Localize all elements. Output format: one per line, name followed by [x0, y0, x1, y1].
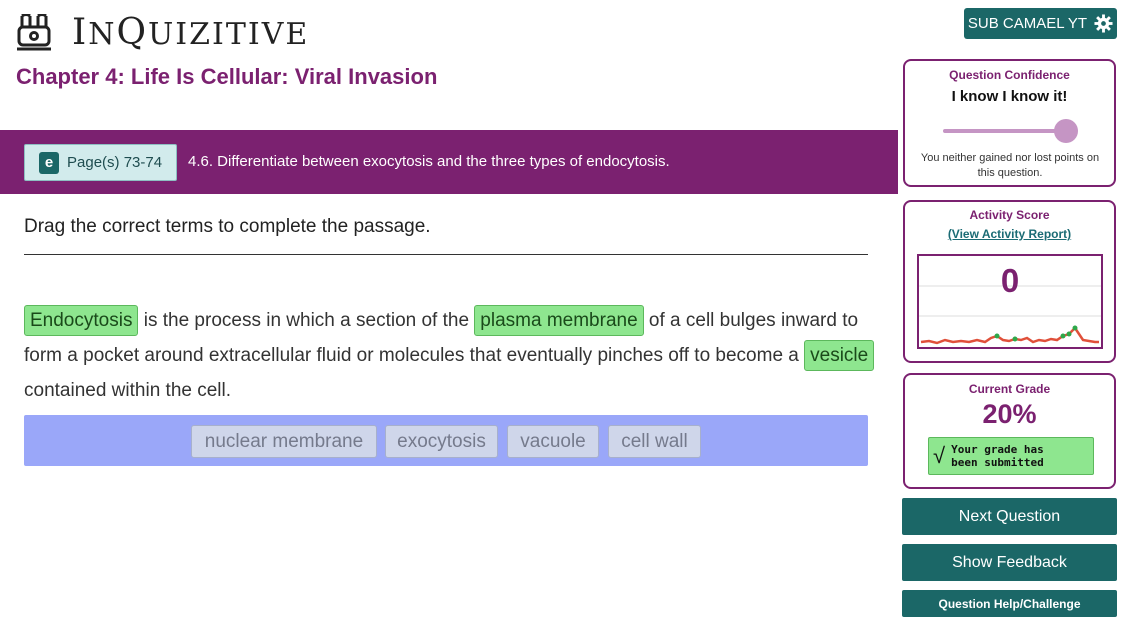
learning-objective: 4.6. Differentiate between exocytosis an…: [188, 153, 670, 170]
check-icon: √: [933, 443, 946, 468]
submitted-text-line: Your grade has: [951, 443, 1044, 456]
slider-track: [943, 129, 1063, 133]
ebook-icon: e: [39, 151, 59, 174]
passage-line: contained within the cell.: [24, 373, 876, 408]
draggable-term[interactable]: exocytosis: [385, 425, 498, 458]
activity-score-panel: Activity Score (View Activity Report) 0: [903, 200, 1116, 363]
correct-point: [1060, 333, 1066, 339]
drop-zone-filled[interactable]: vesicle: [804, 340, 875, 371]
passage-line: Endocytosis is the process in which a se…: [24, 303, 876, 338]
current-grade-value: 20%: [982, 399, 1037, 429]
current-grade-panel: Current Grade 20% √ Your grade has been …: [903, 373, 1116, 489]
passage-text: form a pocket around extracellular fluid…: [24, 345, 805, 366]
confidence-value: I know I know it!: [951, 88, 1068, 105]
correct-point: [1072, 325, 1078, 331]
bunny-logo-icon: [17, 13, 51, 50]
inquizitive-logo: INQUIZITIVE: [14, 12, 309, 53]
slider-thumb[interactable]: [1054, 119, 1078, 143]
submitted-text-line: been submitted: [951, 456, 1044, 469]
passage: Endocytosis is the process in which a se…: [24, 303, 876, 408]
gear-icon: [1094, 14, 1113, 33]
current-grade-label: Current Grade: [968, 382, 1051, 396]
activity-score-label: Activity Score: [969, 208, 1050, 222]
drop-zone-filled[interactable]: plasma membrane: [474, 305, 644, 336]
user-name: SUB CAMAEL YT: [967, 15, 1088, 32]
next-question-button[interactable]: Next Question: [902, 498, 1117, 535]
correct-point: [1066, 331, 1072, 337]
correct-point: [1012, 336, 1018, 342]
show-feedback-button[interactable]: Show Feedback: [902, 544, 1117, 581]
user-menu-button[interactable]: SUB CAMAEL YT: [964, 8, 1117, 39]
view-activity-report-link[interactable]: (View Activity Report): [905, 227, 1114, 241]
passage-text: is the process in which a section of the: [138, 310, 475, 331]
correct-point: [994, 333, 1000, 339]
question-help-button[interactable]: Question Help/Challenge: [902, 590, 1117, 617]
draggable-term[interactable]: cell wall: [608, 425, 701, 458]
confidence-note: You neither gained nor lost points on th…: [920, 152, 1100, 179]
drop-zone-filled[interactable]: Endocytosis: [24, 305, 139, 336]
objective-band: e Page(s) 73-74 4.6. Differentiate betwe…: [0, 130, 898, 194]
draggable-term[interactable]: nuclear membrane: [191, 425, 377, 458]
question-prompt: Drag the correct terms to complete the p…: [24, 216, 431, 237]
word-bank: nuclear membrane exocytosis vacuole cell…: [24, 415, 868, 466]
chapter-title: Chapter 4: Life Is Cellular: Viral Invas…: [16, 64, 438, 89]
ebook-pages-label: Page(s) 73-74: [67, 154, 163, 171]
passage-text: of a cell bulges inward to: [643, 310, 859, 331]
passage-line: form a pocket around extracellular fluid…: [24, 338, 876, 373]
question-confidence-panel: Question Confidence I know I know it! Yo…: [903, 59, 1116, 187]
passage-text: contained within the cell.: [24, 380, 232, 401]
activity-score-graph: 0: [917, 254, 1103, 349]
grade-submitted-badge: √ Your grade has been submitted: [928, 437, 1094, 475]
draggable-term[interactable]: vacuole: [507, 425, 599, 458]
ebook-pages-button[interactable]: e Page(s) 73-74: [24, 144, 177, 181]
confidence-label: Question Confidence: [949, 68, 1070, 82]
activity-score-value: 0: [1000, 262, 1020, 299]
logo-wordmark: INQUIZITIVE: [72, 12, 310, 53]
confidence-slider[interactable]: [943, 119, 1079, 143]
divider: [24, 254, 868, 255]
